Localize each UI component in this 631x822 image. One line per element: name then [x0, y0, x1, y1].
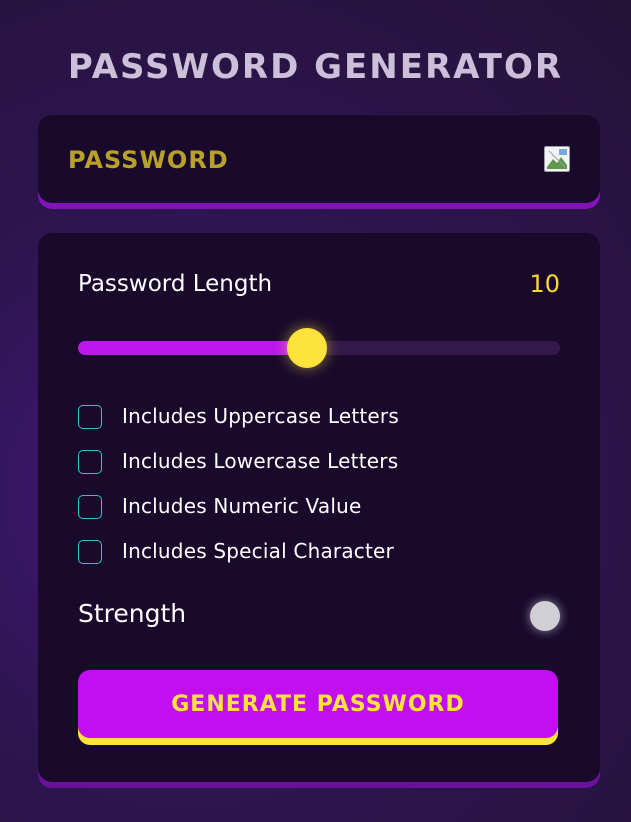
option-label: Includes Special Character [122, 539, 394, 563]
password-output-field[interactable] [68, 139, 488, 181]
slider-thumb[interactable] [286, 328, 327, 368]
option-label: Includes Uppercase Letters [122, 404, 399, 428]
length-slider[interactable] [78, 328, 560, 368]
option-label: Includes Lowercase Letters [122, 449, 399, 473]
strength-indicator [530, 601, 560, 631]
numeric-checkbox[interactable] [78, 495, 102, 519]
settings-card: Password Length 10 Includes Uppercase Le… [38, 233, 600, 782]
special-checkbox[interactable] [78, 540, 102, 564]
copy-button[interactable] [544, 146, 570, 172]
slider-fill [78, 341, 307, 355]
broken-image-icon [545, 147, 569, 171]
length-value: 10 [529, 270, 560, 298]
option-label: Includes Numeric Value [122, 494, 362, 518]
generate-password-button[interactable]: GENERATE PASSWORD [78, 670, 558, 738]
lowercase-checkbox[interactable] [78, 450, 102, 474]
password-display [38, 115, 600, 203]
length-label: Password Length [78, 271, 273, 297]
page-title: PASSWORD GENERATOR [67, 47, 564, 87]
strength-label: Strength [78, 599, 187, 628]
uppercase-checkbox[interactable] [78, 405, 102, 429]
